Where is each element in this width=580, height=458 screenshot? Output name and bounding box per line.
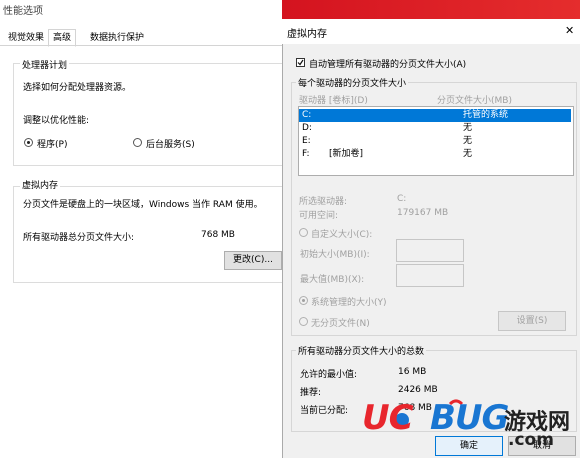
performance-options-window: 性能选项 视觉效果 高级 数据执行保护 处理器计划 选择如何分配处理器资源。 调… <box>0 0 290 458</box>
no-paging-radio[interactable] <box>299 317 308 326</box>
watermark-uc: UC <box>362 398 414 438</box>
change-button[interactable]: 更改(C)... <box>224 251 282 270</box>
list-item[interactable]: F: [新加卷] 无 <box>299 148 571 161</box>
dialog-title: 虚拟内存 <box>287 29 327 40</box>
auto-manage-checkbox[interactable] <box>296 58 305 67</box>
programs-radio[interactable] <box>24 138 33 147</box>
system-managed-label[interactable]: 系统管理的大小(Y) <box>311 295 387 308</box>
watermark-domain: .com <box>508 430 554 450</box>
initial-size-input[interactable] <box>396 239 464 262</box>
total-paging-value: 768 MB <box>201 230 235 240</box>
drive-size: 无 <box>463 136 473 146</box>
drive-letter: F: <box>302 149 310 159</box>
free-space-value: 179167 MB <box>397 208 449 218</box>
drive-size: 无 <box>463 123 473 133</box>
min-allowed-value: 16 MB <box>398 367 427 377</box>
radio-dot <box>302 299 305 302</box>
services-radio-label[interactable]: 后台服务(S) <box>146 137 195 150</box>
recommended-value: 2426 MB <box>398 385 438 395</box>
system-managed-radio[interactable] <box>299 296 308 305</box>
processor-heading: 处理器计划 <box>20 58 70 71</box>
selected-drive-value: C: <box>397 194 407 204</box>
dialog-titlebar: 虚拟内存 ✕ <box>282 19 580 44</box>
auto-manage-label[interactable]: 自动管理所有驱动器的分页文件大小(A) <box>309 57 466 70</box>
watermark-bug: BUG <box>430 398 509 438</box>
tab-divider <box>0 45 288 46</box>
virtual-memory-description: 分页文件是硬盘上的一块区域，Windows 当作 RAM 使用。 <box>23 200 263 210</box>
per-drive-heading: 每个驱动器的分页文件大小 <box>296 76 409 89</box>
max-size-input[interactable] <box>396 264 464 287</box>
set-button[interactable]: 设置(S) <box>498 311 566 331</box>
drive-letter: E: <box>302 136 311 146</box>
current-allocated-label: 当前已分配: <box>300 406 349 416</box>
custom-size-label[interactable]: 自定义大小(C): <box>311 227 372 240</box>
custom-size-radio[interactable] <box>299 228 308 237</box>
total-paging-label: 所有驱动器总分页文件大小: <box>23 233 135 243</box>
radio-dot <box>27 141 30 144</box>
tab-data-execution-prevention[interactable]: 数据执行保护 <box>86 31 148 45</box>
close-icon[interactable]: ✕ <box>565 24 574 37</box>
max-size-label: 最大值(MB)(X): <box>300 275 365 285</box>
free-space-label: 可用空间: <box>299 211 339 221</box>
size-column-header: 分页文件大小(MB) <box>437 96 512 106</box>
processor-description: 选择如何分配处理器资源。 <box>23 83 132 93</box>
drive-letter: C: <box>302 110 312 120</box>
drive-size: 无 <box>463 149 473 159</box>
checkmark-icon <box>297 59 304 66</box>
initial-size-label: 初始大小(MB)(I): <box>300 250 370 260</box>
min-allowed-label: 允许的最小值: <box>300 370 358 380</box>
selected-drive-label: 所选驱动器: <box>299 197 348 207</box>
drive-list[interactable]: C: 托管的系统 D: 无 E: 无 F: [新加卷] 无 <box>298 106 574 176</box>
drive-column-header: 驱动器 [卷标](D) <box>299 96 368 106</box>
optimize-label: 调整以优化性能: <box>23 116 90 126</box>
services-radio[interactable] <box>133 138 142 147</box>
list-item[interactable]: D: 无 <box>299 122 571 135</box>
ucbug-watermark-logo: UC BUG 游戏网 .com <box>358 398 573 456</box>
recommended-label: 推荐: <box>300 388 322 398</box>
virtual-memory-heading: 虚拟内存 <box>20 178 61 191</box>
drive-volume-label: [新加卷] <box>329 149 364 159</box>
tab-visual-effects[interactable]: 视觉效果 <box>4 31 48 45</box>
no-paging-label[interactable]: 无分页文件(N) <box>311 316 370 329</box>
drive-size: 托管的系统 <box>463 110 509 120</box>
drive-letter: D: <box>302 123 312 133</box>
list-item[interactable]: C: 托管的系统 <box>299 109 571 122</box>
programs-radio-label[interactable]: 程序(P) <box>37 137 67 150</box>
window-title: 性能选项 <box>3 6 43 17</box>
background-window-strip <box>282 0 580 19</box>
totals-heading: 所有驱动器分页文件大小的总数 <box>296 344 427 357</box>
list-item[interactable]: E: 无 <box>299 135 571 148</box>
